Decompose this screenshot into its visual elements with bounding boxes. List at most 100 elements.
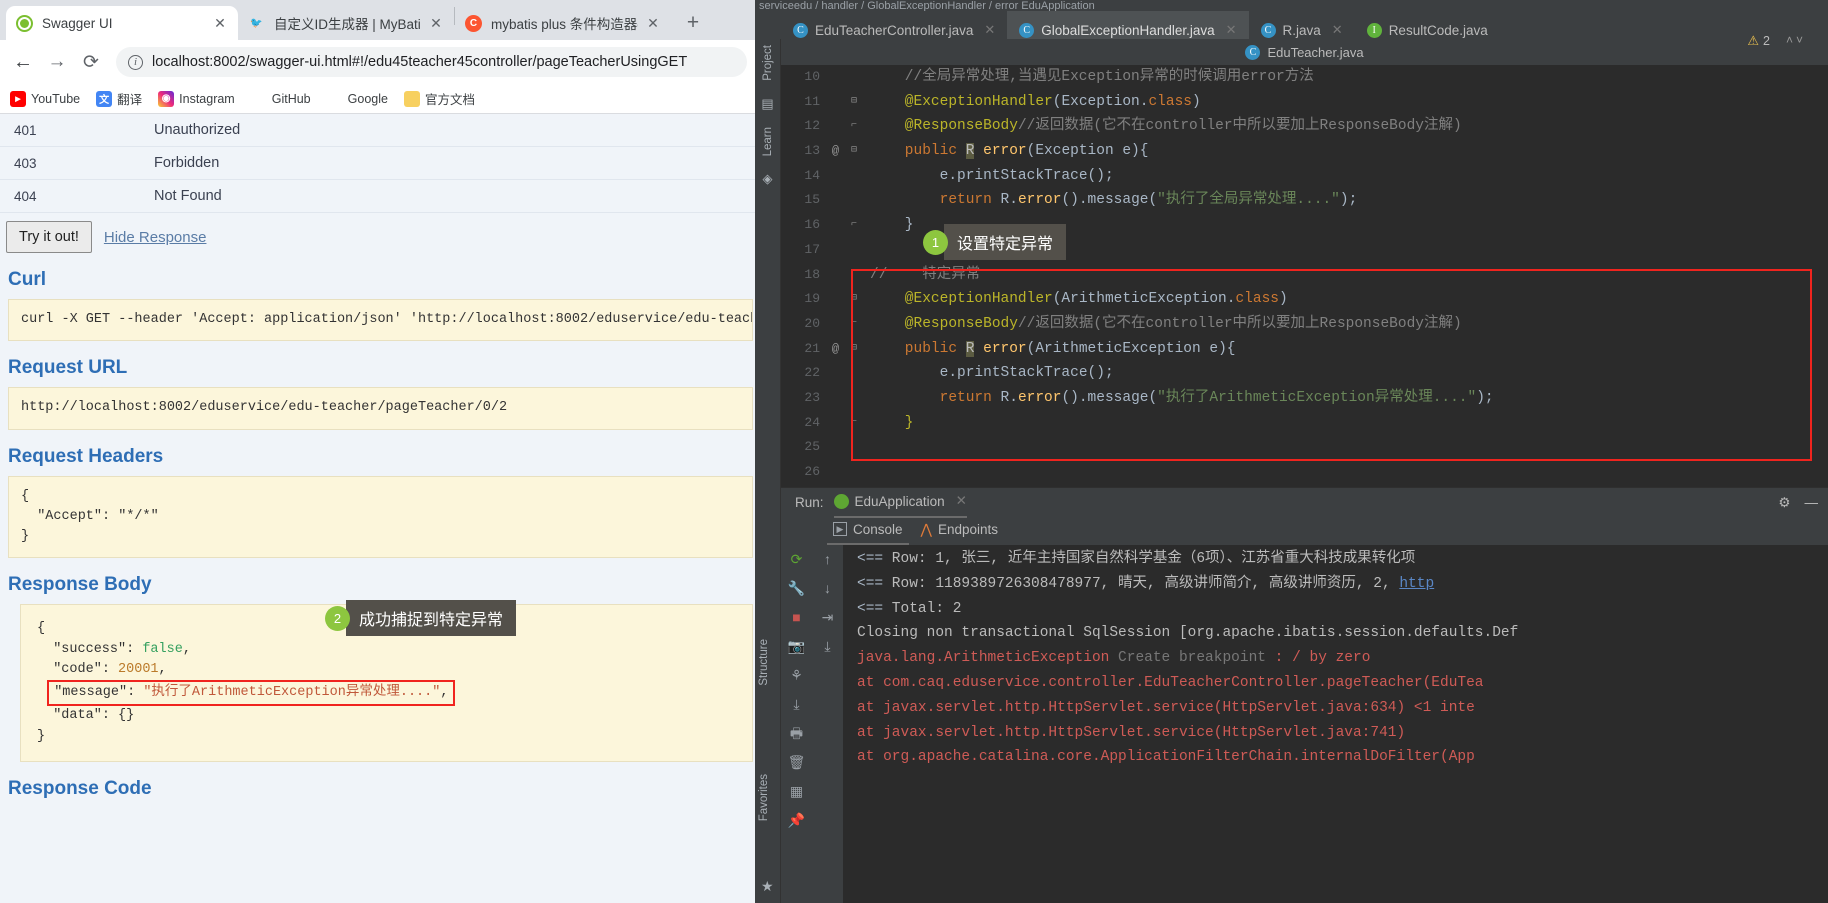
code-editor[interactable]: C EduTeacher.java 10 //全局异常处理,当遇见Excepti… <box>781 39 1828 487</box>
run-subtab-endpoints[interactable]: ⋀ Endpoints <box>921 521 999 542</box>
editor-tab-label: ResultCode.java <box>1388 22 1488 38</box>
url-text: localhost:8002/swagger-ui.html#!/edu45te… <box>152 54 688 70</box>
tool-button-learn[interactable]: Learn <box>762 127 774 156</box>
code-fold-icon[interactable]: ⌐ <box>844 411 864 436</box>
inspection-nav-icons[interactable]: ˄˅ <box>1786 33 1806 47</box>
minimize-icon[interactable]: — <box>1805 495 1819 511</box>
code-line[interactable]: 26 <box>781 460 1828 485</box>
run-header: Run: EduApplication ✕ ⚙ — <box>781 487 1828 518</box>
class-icon: C <box>1260 22 1276 38</box>
trash-icon[interactable]: 🗑 <box>787 752 807 772</box>
code-line[interactable]: 19 ⊟ @ExceptionHandler(ArithmeticExceptio… <box>781 287 1828 312</box>
console-output[interactable]: <== Row: 1, 张三, 近年主持国家自然科学基金（6项）、江苏省重大科技… <box>843 545 1828 903</box>
scroll-to-end-icon[interactable]: ⤓ <box>818 636 838 656</box>
code-line[interactable]: 10 //全局异常处理,当遇见Exception异常的时候调用error方法 <box>781 65 1828 90</box>
code-line[interactable]: 22 e.printStackTrace(); <box>781 361 1828 386</box>
tool-button-favorites[interactable]: Favorites <box>758 774 770 821</box>
reload-icon[interactable]: ⟳ <box>76 47 106 77</box>
code-line[interactable]: 18 // 特定异常 <box>781 263 1828 288</box>
code-line[interactable]: 15 return R.error().message("执行了全局异常处理..… <box>781 188 1828 213</box>
bookmark-label: Google <box>347 91 388 106</box>
soft-wrap-icon[interactable]: ⇥ <box>818 607 838 627</box>
code-fold-icon[interactable]: ⊟ <box>844 90 864 115</box>
wrench-icon[interactable]: 🔧 <box>787 578 807 598</box>
new-tab-button[interactable]: + <box>679 9 707 37</box>
close-icon[interactable]: ✕ <box>212 15 228 31</box>
run-config-tab[interactable]: EduApplication ✕ <box>833 493 968 518</box>
code-fold-icon[interactable]: ⊟ <box>844 337 864 362</box>
run-action-col-1: ⟳ 🔧 ■ 📷 ⚘ ⤓ 🖶 🗑 ▦ 📌 <box>781 545 812 903</box>
scroll-up-icon[interactable]: ↑ <box>818 549 838 569</box>
code-fold-icon[interactable]: ⌐ <box>844 114 864 139</box>
site-info-icon[interactable]: i <box>128 54 143 70</box>
google-icon: G <box>326 90 343 107</box>
code-line[interactable]: 13 @ ⊟ public R error(Exception e){ <box>781 139 1828 164</box>
browser-tab-csdn[interactable]: C mybatis plus 条件构造器qu ✕ <box>455 6 671 40</box>
stop-icon[interactable]: ■ <box>787 607 807 627</box>
file-icon[interactable]: ▤ <box>760 96 776 112</box>
print-icon[interactable]: 🖶 <box>787 723 807 743</box>
scroll-down-icon[interactable]: ↓ <box>818 578 838 598</box>
close-icon[interactable]: ✕ <box>645 15 661 31</box>
layout-icon[interactable]: ▦ <box>787 781 807 801</box>
line-number: 10 <box>804 69 820 84</box>
address-bar[interactable]: i localhost:8002/swagger-ui.html#!/edu45… <box>116 47 747 77</box>
browser-tab-mybatis[interactable]: 🐦 自定义ID生成器 | MyBatis-P ✕ <box>238 6 454 40</box>
request-url-heading: Request URL <box>8 357 128 379</box>
code-text: // 特定异常 <box>870 266 981 283</box>
bookmark-label: YouTube <box>31 91 81 106</box>
code-fold-icon[interactable]: ⌐ <box>844 213 864 238</box>
run-subtab-console[interactable]: ▶ Console <box>827 522 909 545</box>
export-icon[interactable]: ⤓ <box>787 694 807 714</box>
rerun-icon[interactable]: ⟳ <box>787 549 807 569</box>
browser-toolbar: ← → ⟳ i localhost:8002/swagger-ui.html#!… <box>0 40 755 84</box>
browser-tab-swagger[interactable]: Swagger UI ✕ <box>6 6 238 40</box>
swagger-ui-page: 401 Unauthorized 403 Forbidden 404 Not F… <box>0 114 755 903</box>
code-line[interactable]: 14 e.printStackTrace(); <box>781 164 1828 189</box>
star-icon[interactable]: ★ <box>761 878 774 895</box>
instagram-icon: ◉ <box>158 90 175 107</box>
code-fold-icon[interactable]: ⊟ <box>844 139 864 164</box>
close-icon[interactable]: ✕ <box>1332 22 1343 38</box>
request-headers-heading: Request Headers <box>8 445 164 467</box>
code-line[interactable]: 21 @ ⊟ public R error(ArithmeticException … <box>781 337 1828 362</box>
code-line[interactable]: 23 return R.error().message("执行了Arithmet… <box>781 386 1828 411</box>
hide-response-link[interactable]: Hide Response <box>104 229 207 246</box>
gear-icon[interactable]: ⚙ <box>1778 495 1790 511</box>
back-icon[interactable]: ← <box>8 47 38 77</box>
console-link[interactable]: http <box>1399 576 1434 592</box>
bookmark-official-docs[interactable]: 官方文档 <box>403 89 475 108</box>
try-it-out-button[interactable]: Try it out! <box>6 221 92 253</box>
close-icon[interactable]: ✕ <box>956 493 967 509</box>
gutter-annotation-icon[interactable]: @ <box>827 139 844 164</box>
bookmark-github[interactable]: ● GitHub <box>250 90 311 107</box>
database-icon[interactable]: ◈ <box>760 171 776 187</box>
close-icon[interactable]: ✕ <box>1226 22 1237 38</box>
code-line[interactable]: 11 ⊟ @ExceptionHandler(Exception.class) <box>781 90 1828 115</box>
console-line: at org.apache.catalina.core.ApplicationF… <box>857 749 1475 766</box>
code-line[interactable]: 24 ⌐ } <box>781 411 1828 436</box>
pin-icon[interactable]: 📌 <box>787 810 807 830</box>
run-label: Run: <box>795 495 824 510</box>
response-code: 401 <box>14 122 37 138</box>
tool-button-project[interactable]: Project <box>762 45 774 81</box>
bookmark-instagram[interactable]: ◉ Instagram <box>158 90 235 107</box>
code-line[interactable]: 20 ⌐ @ResponseBody//返回数据(它不在controller中所以… <box>781 312 1828 337</box>
code-line[interactable]: 12 ⌐ @ResponseBody//返回数据(它不在controller中所以… <box>781 114 1828 139</box>
code-lines[interactable]: 10 //全局异常处理,当遇见Exception异常的时候调用error方法 11… <box>781 65 1828 485</box>
code-fold-icon[interactable]: ⊟ <box>844 287 864 312</box>
code-line[interactable]: 25 <box>781 435 1828 460</box>
bookmark-translate[interactable]: 文 翻译 <box>96 89 142 108</box>
code-fold-icon[interactable]: ⌐ <box>844 312 864 337</box>
close-icon[interactable]: ✕ <box>984 22 995 38</box>
thread-dump-icon[interactable]: ⚘ <box>787 665 807 685</box>
close-icon[interactable]: ✕ <box>428 15 444 31</box>
code-text: return R.error().message("执行了全局异常处理...."… <box>870 192 1358 209</box>
tool-button-structure[interactable]: Structure <box>758 639 770 686</box>
bookmark-youtube[interactable]: YouTube <box>10 90 81 107</box>
gutter-annotation-icon[interactable]: @ <box>827 337 844 362</box>
inspection-status[interactable]: ⚠ 2 <box>1747 33 1770 49</box>
camera-icon[interactable]: 📷 <box>787 636 807 656</box>
bookmark-google[interactable]: G Google <box>326 90 388 107</box>
forward-icon[interactable]: → <box>42 47 72 77</box>
